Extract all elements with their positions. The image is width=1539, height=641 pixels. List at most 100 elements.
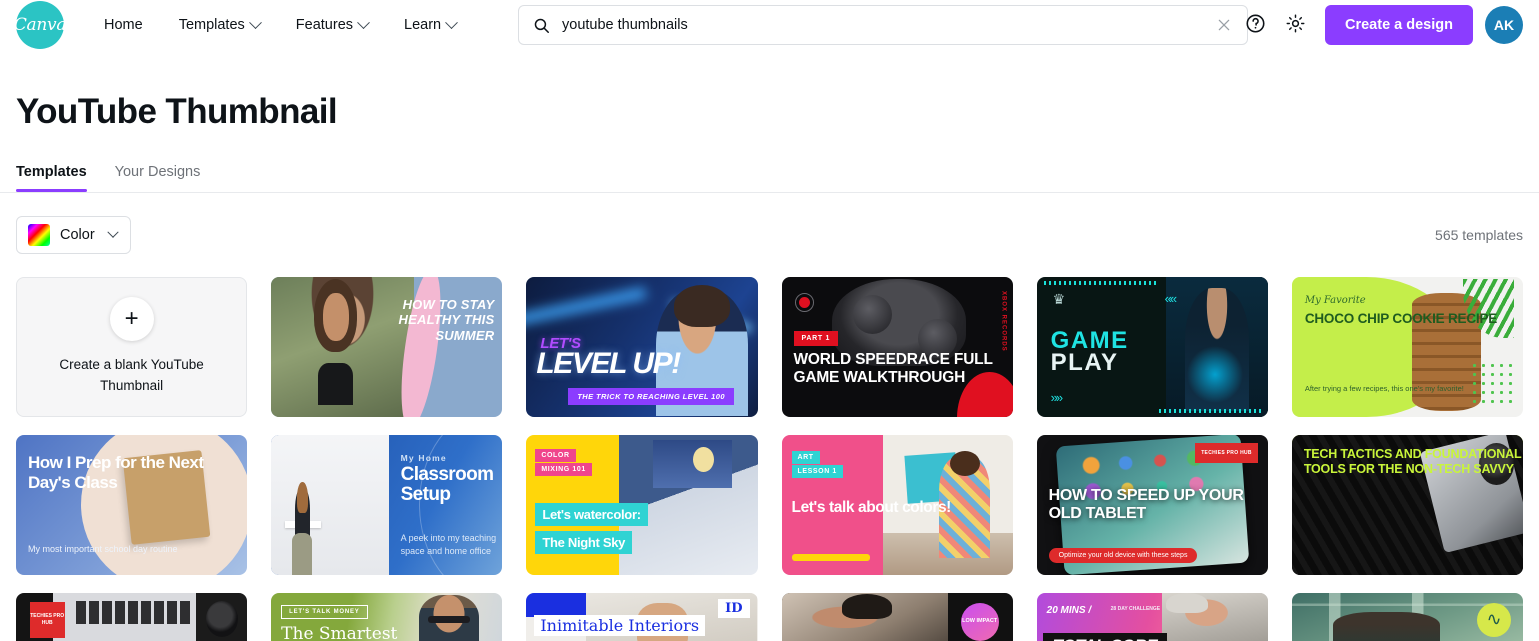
decor — [1166, 592, 1208, 614]
card-sub: A peek into my teaching space and home o… — [400, 533, 497, 557]
template-card-keyboard[interactable]: TECHIES PRO HUB — [16, 592, 248, 641]
card-side-text: XBOX RECORDS — [1000, 290, 1007, 352]
decor — [841, 593, 893, 620]
canva-logo[interactable]: Canva — [13, 1, 67, 49]
decor — [297, 482, 308, 513]
tab-your-designs[interactable]: Your Designs — [115, 164, 201, 192]
nav-item-features[interactable]: Features — [278, 9, 386, 41]
help-button[interactable] — [1237, 7, 1273, 43]
template-card-low-impact[interactable]: LOW IMPACT — [781, 592, 1013, 641]
decor — [292, 532, 313, 575]
decor — [674, 284, 730, 327]
decor — [526, 287, 647, 326]
template-card-gameplay[interactable]: ♛ «« GAME PLAY »» — [1036, 276, 1268, 417]
card-tag-2: LESSON 1 — [791, 464, 843, 478]
card-badge: TECHIES PRO HUB — [1195, 442, 1258, 463]
decor — [1184, 343, 1245, 406]
nav-item-home[interactable]: Home — [92, 9, 161, 41]
card-headline: Let's talk about colors! — [791, 498, 952, 516]
template-count: 565 templates — [1435, 226, 1523, 243]
header-actions: Create a design AK — [1235, 0, 1523, 50]
decor — [853, 294, 893, 334]
card-headline: WORLD SPEEDRACE FULL GAME WALKTHROUGH — [793, 350, 993, 386]
tab-templates[interactable]: Templates — [16, 164, 87, 192]
decor — [1469, 360, 1517, 409]
template-card-smartest-money[interactable]: LET'S TALK MONEY The Smartest — [271, 592, 503, 641]
nav-label-home: Home — [104, 17, 143, 33]
app-header: Canva Home Templates Features Learn yout… — [0, 0, 1539, 50]
decor-underline — [791, 553, 870, 561]
card-badge: TECHIES PRO HUB — [29, 601, 65, 638]
nav-item-templates[interactable]: Templates — [161, 9, 278, 41]
question-mark-circle-icon — [1245, 13, 1266, 37]
card-photo — [271, 434, 390, 575]
card-headline: LEVEL UP! — [536, 346, 681, 380]
search-icon — [533, 17, 550, 34]
decor — [322, 293, 349, 341]
decor — [1043, 280, 1160, 285]
template-grid: + Create a blank YouTube Thumbnail HOW T… — [16, 276, 1523, 641]
clear-search-button[interactable] — [1213, 14, 1235, 36]
template-card-talk-about-colors[interactable]: ART LESSON 1 Let's talk about colors! — [781, 434, 1013, 575]
template-card-total-core[interactable]: 20 MINS / 28 DAY CHALLENGE TOTAL CORE — [1036, 592, 1268, 641]
card-kicker: My Favorite — [1304, 294, 1366, 306]
card-sub: My most important school day routine — [28, 544, 178, 555]
decor — [318, 363, 353, 406]
chevron-down-icon — [106, 226, 119, 238]
avatar[interactable]: AK — [1485, 6, 1523, 44]
decor — [692, 447, 714, 473]
card-kicker: My Home — [400, 452, 447, 463]
template-card-wave-workout[interactable]: ∿ — [1291, 592, 1523, 641]
tab-your-designs-label: Your Designs — [114, 163, 201, 180]
template-card-healthy[interactable]: HOW TO STAY HEALTHY THIS SUMMER — [271, 276, 503, 417]
canva-logo-text: Canva — [13, 15, 67, 35]
card-tag: LET'S TALK MONEY — [281, 604, 368, 619]
nav-label-learn: Learn — [404, 17, 442, 33]
template-card-speedrace[interactable]: PART 1 WORLD SPEEDRACE FULL GAME WALKTHR… — [781, 276, 1013, 417]
template-card-speed-up-tablet[interactable]: TECHIES PRO HUB HOW TO SPEED UP YOUR OLD… — [1036, 434, 1268, 575]
chevron-down-icon — [248, 15, 262, 29]
wave-logo-icon: ∿ — [1477, 602, 1511, 637]
template-card-how-i-prep[interactable]: How I Prep for the Next Day's Class My m… — [16, 434, 248, 575]
card-pill: THE TRICK TO REACHING LEVEL 100 — [568, 387, 734, 405]
search-bar[interactable] — [518, 5, 1248, 45]
create-blank-card[interactable]: + Create a blank YouTube Thumbnail — [16, 276, 248, 417]
card-badge: LOW IMPACT — [960, 602, 999, 641]
card-kicker-2: 28 DAY CHALLENGE — [1110, 605, 1161, 612]
search-input[interactable] — [562, 17, 1213, 33]
tab-templates-label: Templates — [16, 163, 87, 180]
card-line-1: Let's watercolor: — [535, 502, 648, 526]
card-tag-1: ART — [791, 450, 820, 464]
template-card-watercolor[interactable]: COLOR MIXING 101 Let's watercolor: The N… — [526, 434, 758, 575]
card-tag-2: MIXING 101 — [535, 462, 592, 476]
template-card-classroom-setup[interactable]: My Home Classroom Setup A peek into my t… — [271, 434, 503, 575]
card-headline: Inimitable Interiors — [534, 614, 706, 637]
card-tag-1: COLOR — [535, 448, 576, 462]
nav-label-features: Features — [295, 17, 354, 33]
settings-button[interactable] — [1277, 7, 1313, 43]
decor — [1159, 408, 1261, 413]
color-filter-dropdown[interactable]: Color — [16, 215, 131, 254]
color-wheel-icon — [28, 223, 50, 246]
decor-record-dot — [795, 293, 815, 313]
template-card-level-up[interactable]: LET'S LEVEL UP! THE TRICK TO REACHING LE… — [526, 276, 758, 417]
card-pill: Optimize your old device with these step… — [1048, 547, 1198, 563]
card-badge: ID — [718, 598, 750, 618]
create-a-design-button[interactable]: Create a design — [1325, 5, 1473, 45]
emblem-icon: ♛ — [1052, 290, 1066, 307]
card-headline: CHOCO CHIP COOKIE RECIPE — [1304, 310, 1498, 326]
template-card-choco-chip[interactable]: My Favorite CHOCO CHIP COOKIE RECIPE Aft… — [1291, 276, 1523, 417]
tab-divider — [0, 191, 1539, 193]
filter-bar: Color 565 templates — [16, 215, 1523, 254]
card-line-2: PLAY — [1050, 348, 1119, 376]
card-line-2: The Night Sky — [535, 530, 633, 554]
nav-item-learn[interactable]: Learn — [386, 9, 474, 41]
card-kicker: 20 MINS / — [1046, 604, 1092, 616]
create-blank-label: Create a blank YouTube Thumbnail — [59, 357, 204, 393]
template-card-inimitable-interiors[interactable]: ID Inimitable Interiors — [526, 592, 758, 641]
card-headline: How I Prep for the Next Day's Class — [28, 452, 204, 492]
chevrons-right-icon: »» — [1050, 389, 1064, 405]
decor — [526, 592, 587, 617]
color-filter-label: Color — [60, 226, 95, 243]
template-card-tech-tactics[interactable]: TECH TACTICS AND FOUNDATIONAL TOOLS FOR … — [1291, 434, 1523, 575]
